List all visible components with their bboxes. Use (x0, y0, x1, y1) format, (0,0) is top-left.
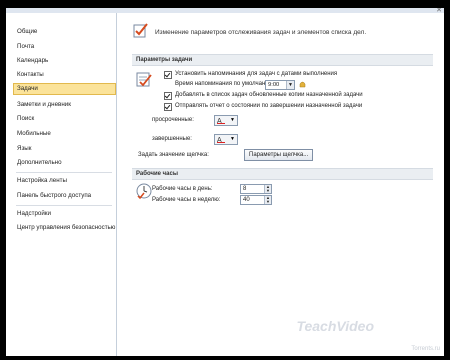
sidebar-divider (16, 205, 112, 206)
keep-updated-checkbox[interactable] (164, 92, 172, 100)
sidebar-divider (16, 172, 112, 173)
default-time-value: 9:00 (268, 82, 280, 88)
hours-per-week-value: 40 (243, 197, 250, 203)
chevron-down-icon: ▼ (230, 117, 235, 123)
sidebar-item-search[interactable]: Поиск (16, 114, 115, 124)
overdue-color-picker[interactable]: A ▼ (214, 115, 238, 126)
reminder-checkbox[interactable] (164, 71, 172, 79)
watermark-site: Torrents.ru (411, 346, 440, 352)
arrow-down-icon: ▼ (266, 188, 270, 193)
hours-per-week-label: Рабочие часы в неделю: (152, 197, 221, 203)
sidebar-item-notes-journal[interactable]: Заметки и дневник (16, 100, 115, 110)
font-color-icon: A (217, 118, 225, 124)
sidebar-item-customize-ribbon[interactable]: Настройка ленты (16, 176, 115, 186)
default-time-select[interactable]: 9:00 ▼ (265, 80, 295, 90)
task-options-section-header: Параметры задачи (132, 54, 433, 66)
spin-buttons[interactable]: ▲ ▼ (264, 196, 271, 204)
sidebar-item-language[interactable]: Язык (16, 144, 115, 154)
quick-click-button[interactable]: Параметры щелчка... (244, 149, 314, 161)
hours-per-week-spinner[interactable]: 40 ▲ ▼ (240, 195, 272, 205)
bell-icon (299, 81, 306, 88)
chevron-down-icon: ▼ (230, 136, 235, 142)
send-report-label: Отправлять отчет о состоянии по завершен… (175, 103, 363, 109)
quick-click-label: Задать значение щелчка: (138, 152, 209, 158)
options-content: Изменение параметров отслеживания задач … (122, 13, 438, 356)
hours-per-day-label: Рабочие часы в день: (152, 186, 213, 192)
overdue-color-label: просроченные: (152, 117, 194, 123)
completed-color-label: завершенные: (152, 136, 192, 142)
section-title: Параметры задачи (136, 57, 193, 63)
sidebar-item-add-ins[interactable]: Надстройки (16, 209, 115, 219)
send-report-checkbox[interactable] (164, 103, 172, 111)
sidebar-item-general[interactable]: Общие (16, 27, 115, 37)
section-title: Рабочие часы (136, 171, 178, 177)
default-time-label: Время напоминания по умолчанию: (175, 81, 275, 87)
keep-updated-label: Добавлять в список задач обновленные коп… (175, 92, 363, 98)
page-description: Изменение параметров отслеживания задач … (155, 29, 367, 36)
sidebar-item-mail[interactable]: Почта (16, 42, 115, 52)
completed-color-picker[interactable]: A ▼ (214, 134, 238, 145)
sidebar-item-mobile[interactable]: Мобильные (16, 129, 115, 139)
reminder-checkbox-label: Установить напоминания для задач с датам… (175, 71, 338, 77)
clock-icon (136, 183, 152, 200)
task-options-icon (136, 72, 152, 87)
sidebar-item-calendar[interactable]: Календарь (16, 56, 115, 66)
sidebar-item-trust-center[interactable]: Центр управления безопасностью (16, 223, 115, 233)
tasks-check-icon (133, 23, 148, 38)
sidebar-item-contacts[interactable]: Контакты (16, 70, 115, 80)
hours-per-day-value: 8 (243, 186, 247, 192)
outlook-options-window: ✕ Общие Почта Календарь Контакты Задачи … (6, 8, 444, 356)
sidebar-item-quick-access-toolbar[interactable]: Панель быстрого доступа (16, 191, 115, 201)
hours-per-day-spinner[interactable]: 8 ▲ ▼ (240, 184, 272, 194)
options-sidebar: Общие Почта Календарь Контакты Задачи За… (6, 13, 117, 356)
spin-buttons[interactable]: ▲ ▼ (264, 185, 271, 193)
work-hours-section-header: Рабочие часы (132, 168, 433, 180)
sidebar-item-tasks[interactable]: Задачи (13, 83, 116, 95)
watermark-logo: TeachVideo (296, 318, 374, 334)
sidebar-item-advanced[interactable]: Дополнительно (16, 158, 115, 168)
font-color-icon: A (217, 137, 225, 143)
chevron-down-icon: ▼ (286, 81, 294, 89)
arrow-down-icon: ▼ (266, 199, 270, 204)
